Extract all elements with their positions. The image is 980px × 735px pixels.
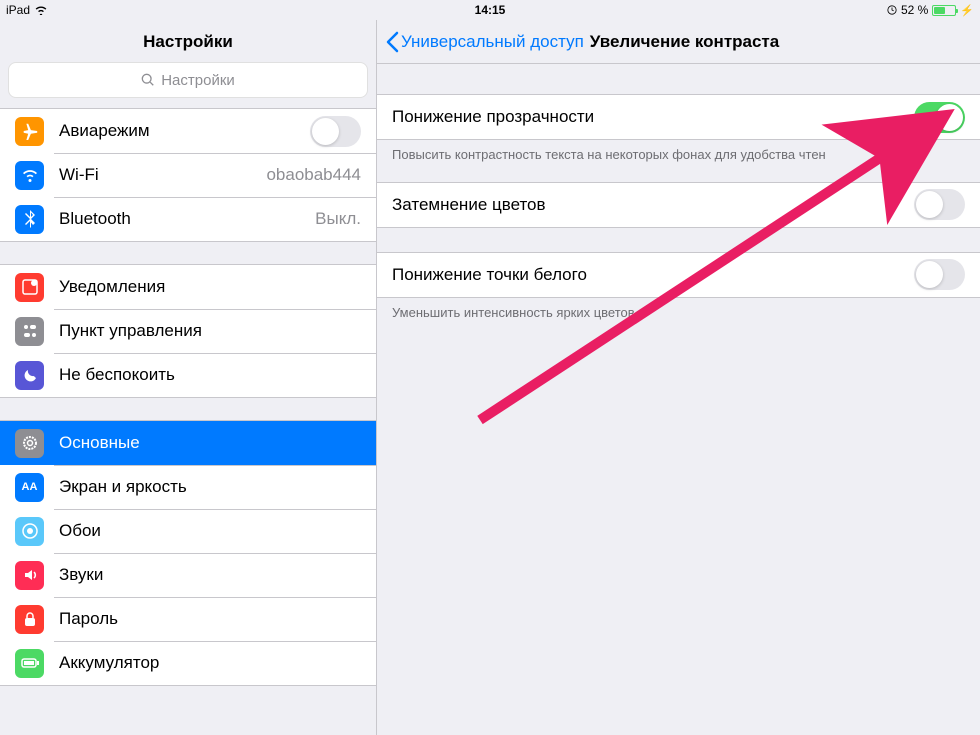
sidebar: Настройки Настройки Авиарежим Wi-Fi — [0, 20, 377, 735]
status-right: 52 % ⚡ — [887, 3, 974, 17]
battery-icon — [932, 5, 956, 16]
row-label: Уведомления — [59, 277, 361, 297]
search-placeholder: Настройки — [161, 72, 235, 89]
sidebar-item-sounds[interactable]: Звуки — [0, 553, 376, 597]
dnd-icon — [15, 361, 44, 390]
charging-icon: ⚡ — [960, 4, 974, 17]
setting-group-darken: Затемнение цветов — [377, 182, 980, 228]
airplane-icon — [15, 117, 44, 146]
setting-footer-transparency: Повысить контрастность текста на некотор… — [377, 140, 980, 182]
sidebar-item-airplane[interactable]: Авиарежим — [0, 109, 376, 153]
back-label: Универсальный доступ — [401, 32, 584, 52]
sidebar-group-general: Основные AA Экран и яркость Обои Звуки — [0, 420, 376, 686]
wifi-icon — [34, 5, 48, 15]
bluetooth-icon — [15, 205, 44, 234]
row-label: Пункт управления — [59, 321, 361, 341]
sounds-icon — [15, 561, 44, 590]
sidebar-item-general[interactable]: Основные — [0, 421, 376, 465]
row-label: Аккумулятор — [59, 653, 361, 673]
search-icon — [141, 73, 155, 87]
orientation-lock-icon — [887, 5, 897, 15]
row-value: obaobab444 — [266, 165, 361, 185]
setting-label: Понижение прозрачности — [392, 107, 594, 127]
sidebar-item-bluetooth[interactable]: Bluetooth Выкл. — [0, 197, 376, 241]
battery-percent: 52 % — [901, 3, 928, 17]
sidebar-group-connectivity: Авиарежим Wi-Fi obaobab444 Bluetooth Вык… — [0, 108, 376, 242]
sidebar-item-control-center[interactable]: Пункт управления — [0, 309, 376, 353]
wallpaper-icon — [15, 517, 44, 546]
sidebar-item-battery[interactable]: Аккумулятор — [0, 641, 376, 685]
sidebar-item-notifications[interactable]: Уведомления — [0, 265, 376, 309]
sidebar-item-passcode[interactable]: Пароль — [0, 597, 376, 641]
reduce-transparency-toggle[interactable] — [914, 102, 965, 133]
darken-colors-toggle[interactable] — [914, 189, 965, 220]
device-label: iPad — [6, 3, 30, 17]
setting-footer-whitepoint: Уменьшить интенсивность ярких цветов. — [377, 298, 980, 340]
status-time: 14:15 — [475, 3, 506, 17]
setting-row-reduce-white-point[interactable]: Понижение точки белого — [377, 253, 980, 297]
row-label: Не беспокоить — [59, 365, 361, 385]
row-label: Авиарежим — [59, 121, 310, 141]
back-button[interactable]: Универсальный доступ — [385, 31, 584, 53]
detail-header: Универсальный доступ Увеличение контраст… — [377, 20, 980, 64]
status-bar: iPad 14:15 52 % ⚡ — [0, 0, 980, 20]
chevron-left-icon — [385, 31, 399, 53]
gear-icon — [15, 429, 44, 458]
spacer — [377, 228, 980, 252]
status-left: iPad — [6, 3, 48, 17]
airplane-toggle[interactable] — [310, 116, 361, 147]
sidebar-header: Настройки — [0, 20, 376, 62]
setting-label: Понижение точки белого — [392, 265, 587, 285]
setting-group-whitepoint: Понижение точки белого — [377, 252, 980, 298]
sidebar-item-wallpaper[interactable]: Обои — [0, 509, 376, 553]
row-label: Звуки — [59, 565, 361, 585]
row-label: Wi-Fi — [59, 165, 266, 185]
row-label: Экран и яркость — [59, 477, 361, 497]
setting-label: Затемнение цветов — [392, 195, 546, 215]
reduce-white-point-toggle[interactable] — [914, 259, 965, 290]
row-label: Пароль — [59, 609, 361, 629]
control-center-icon — [15, 317, 44, 346]
battery-settings-icon — [15, 649, 44, 678]
detail-title: Увеличение контраста — [590, 32, 779, 52]
row-value: Выкл. — [315, 209, 361, 229]
sidebar-group-notifications: Уведомления Пункт управления Не беспокои… — [0, 264, 376, 398]
setting-row-reduce-transparency[interactable]: Понижение прозрачности — [377, 95, 980, 139]
search-input[interactable]: Настройки — [8, 62, 368, 98]
row-label: Обои — [59, 521, 361, 541]
sidebar-title: Настройки — [0, 32, 376, 52]
sidebar-item-dnd[interactable]: Не беспокоить — [0, 353, 376, 397]
sidebar-item-wifi[interactable]: Wi-Fi obaobab444 — [0, 153, 376, 197]
notifications-icon — [15, 273, 44, 302]
detail-pane: Универсальный доступ Увеличение контраст… — [377, 20, 980, 735]
sidebar-item-display[interactable]: AA Экран и яркость — [0, 465, 376, 509]
row-label: Bluetooth — [59, 209, 315, 229]
setting-group-transparency: Понижение прозрачности — [377, 94, 980, 140]
setting-row-darken-colors[interactable]: Затемнение цветов — [377, 183, 980, 227]
row-label: Основные — [59, 433, 361, 453]
passcode-icon — [15, 605, 44, 634]
display-icon: AA — [15, 473, 44, 502]
wifi-settings-icon — [15, 161, 44, 190]
